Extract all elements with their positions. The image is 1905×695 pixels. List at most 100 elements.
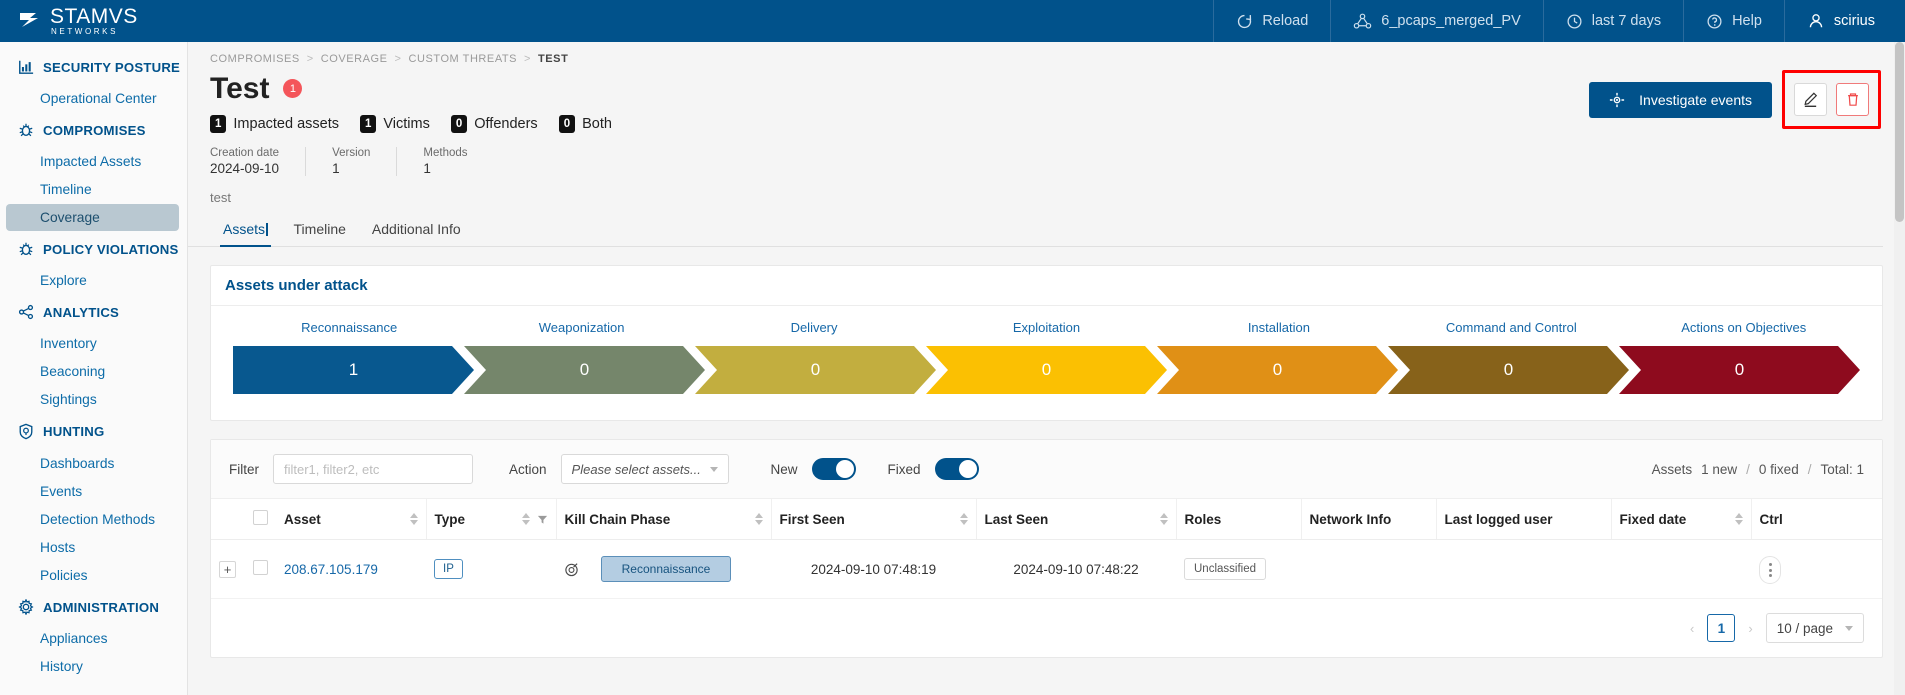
sidebar-section-security-posture[interactable]: SECURITY POSTURE — [0, 50, 187, 84]
reload-button[interactable]: Reload — [1213, 0, 1330, 42]
metadata-row: Creation date 2024-09-10 Version 1 Metho… — [188, 133, 1905, 176]
tenant-selector[interactable]: 6_pcaps_merged_PV — [1330, 0, 1542, 42]
tab-assets[interactable]: Assets — [210, 216, 281, 246]
sidebar-item-appliances[interactable]: Appliances — [6, 625, 179, 652]
stat-label-victims: Victims — [383, 116, 429, 132]
assets-table-body: + 208.67.105.179 IP — [211, 540, 1882, 599]
th-asset[interactable]: Asset — [276, 499, 426, 540]
cell-expand: + — [211, 540, 245, 599]
action-select[interactable]: Please select assets... — [561, 454, 729, 484]
sidebar-item-beaconing[interactable]: Beaconing — [6, 358, 179, 385]
th-fixed-date[interactable]: Fixed date — [1611, 499, 1751, 540]
breadcrumb-item-custom-threats[interactable]: CUSTOM THREATS — [409, 53, 518, 65]
brand-logo[interactable]: STAMVS NETWORKS — [0, 0, 300, 42]
kill-chain-bar-delivery[interactable]: 0 — [695, 346, 936, 394]
edit-button[interactable] — [1794, 83, 1827, 116]
sidebar-section-administration[interactable]: ADMINISTRATION — [0, 590, 187, 624]
th-last-seen[interactable]: Last Seen — [976, 499, 1176, 540]
select-all-checkbox[interactable] — [253, 510, 268, 525]
sort-first-seen-icon[interactable] — [960, 513, 968, 525]
tab-additional-info[interactable]: Additional Info — [359, 216, 474, 246]
sidebar-item-explore[interactable]: Explore — [6, 267, 179, 294]
page-description: test — [188, 176, 1905, 205]
kill-chain-bar-command-and-control[interactable]: 0 — [1388, 346, 1629, 394]
investigate-events-button[interactable]: Investigate events — [1589, 82, 1772, 118]
time-range-selector[interactable]: last 7 days — [1543, 0, 1683, 42]
row-actions-menu[interactable] — [1759, 556, 1781, 584]
reload-icon — [1236, 13, 1253, 30]
cell-first-seen: 2024-09-10 07:48:19 — [771, 540, 976, 599]
sidebar-item-history[interactable]: History — [6, 653, 179, 680]
th-select-all — [245, 499, 276, 540]
pagination-page-1[interactable]: 1 — [1707, 614, 1735, 642]
sidebar-item-dashboards[interactable]: Dashboards — [6, 450, 179, 477]
user-menu[interactable]: scirius — [1784, 0, 1905, 42]
breadcrumb-item-test: TEST — [538, 53, 568, 65]
th-kill-chain-phase[interactable]: Kill Chain Phase — [556, 499, 771, 540]
sidebar-item-hosts[interactable]: Hosts — [6, 534, 179, 561]
sidebar-item-timeline[interactable]: Timeline — [6, 176, 179, 203]
th-fixed-date-label: Fixed date — [1620, 512, 1687, 527]
th-first-seen[interactable]: First Seen — [771, 499, 976, 540]
time-range-label: last 7 days — [1592, 13, 1661, 29]
kill-chain-bar-reconnaissance[interactable]: 1 — [233, 346, 474, 394]
metadata-creation-date: Creation date 2024-09-10 — [210, 147, 306, 176]
th-asset-label: Asset — [284, 512, 321, 527]
sidebar-item-coverage[interactable]: Coverage — [6, 204, 179, 231]
th-expand — [211, 499, 245, 540]
delete-button[interactable] — [1836, 83, 1869, 116]
sidebar-item-policies[interactable]: Policies — [6, 562, 179, 589]
page-scrollbar-thumb[interactable] — [1895, 42, 1904, 222]
kill-chain-bar-exploitation[interactable]: 0 — [926, 346, 1167, 394]
kill-chain-bar-installation[interactable]: 0 — [1157, 346, 1398, 394]
sidebar-section-label: SECURITY POSTURE — [43, 60, 180, 75]
user-label: scirius — [1834, 13, 1875, 29]
new-toggle[interactable] — [812, 458, 856, 480]
sort-last-seen-icon[interactable] — [1160, 513, 1168, 525]
pencil-icon — [1802, 91, 1819, 108]
kill-chain-label-exploitation: Exploitation — [930, 320, 1162, 335]
page-size-select[interactable]: 10 / page — [1766, 613, 1864, 643]
sidebar-item-events[interactable]: Events — [6, 478, 179, 505]
action-select-value: Please select assets... — [572, 462, 701, 477]
sort-asset-icon[interactable] — [410, 513, 418, 525]
sidebar-section-compromises[interactable]: COMPROMISES — [0, 113, 187, 147]
sort-fixed-date-icon[interactable] — [1735, 513, 1743, 525]
table-pagination: ‹ 1 › 10 / page — [211, 599, 1882, 657]
breadcrumb-item-coverage[interactable]: COVERAGE — [321, 53, 388, 65]
pagination-next[interactable]: › — [1745, 621, 1755, 636]
tab-timeline[interactable]: Timeline — [281, 216, 359, 246]
sidebar-item-inventory[interactable]: Inventory — [6, 330, 179, 357]
sidebar-section-hunting[interactable]: HUNTING — [0, 414, 187, 449]
th-type[interactable]: Type — [426, 499, 556, 540]
pagination-prev[interactable]: ‹ — [1687, 621, 1697, 636]
sidebar-item-impacted-assets[interactable]: Impacted Assets — [6, 148, 179, 175]
sort-kill-chain-icon[interactable] — [755, 513, 763, 525]
sidebar-item-operational-center[interactable]: Operational Center — [6, 85, 179, 112]
sort-type-icon[interactable] — [522, 513, 530, 525]
metadata-key: Creation date — [210, 147, 279, 159]
breadcrumb-item-compromises[interactable]: COMPROMISES — [210, 53, 300, 65]
fixed-toggle[interactable] — [935, 458, 979, 480]
asset-link[interactable]: 208.67.105.179 — [284, 562, 378, 577]
stat-label-offenders: Offenders — [474, 116, 537, 132]
shield-icon — [18, 423, 34, 440]
filter-input[interactable] — [273, 454, 473, 484]
expand-row-button[interactable]: + — [219, 561, 236, 578]
page-scrollbar-track[interactable] — [1894, 42, 1905, 695]
sidebar-item-detection-methods[interactable]: Detection Methods — [6, 506, 179, 533]
brand-subtitle: NETWORKS — [50, 28, 138, 36]
kill-chain-chart: Reconnaissance Weaponization Delivery Ex… — [211, 306, 1882, 420]
sidebar-item-sightings[interactable]: Sightings — [6, 386, 179, 413]
table-toolbar: Filter Action Please select assets... Ne… — [211, 440, 1882, 499]
kill-chain-phase-badge: Reconnaissance — [601, 556, 731, 582]
help-button[interactable]: Help — [1683, 0, 1784, 42]
filter-icon[interactable] — [537, 514, 548, 525]
sidebar-section-analytics[interactable]: ANALYTICS — [0, 295, 187, 329]
kill-chain-bar-actions-on-objectives[interactable]: 0 — [1619, 346, 1860, 394]
sidebar-section-policy-violations[interactable]: POLICY VIOLATIONS — [0, 232, 187, 266]
page-actions: Investigate events — [1589, 70, 1881, 129]
kill-chain-bar-weaponization[interactable]: 0 — [464, 346, 705, 394]
metadata-methods: Methods 1 — [423, 147, 493, 176]
row-checkbox[interactable] — [253, 560, 268, 575]
